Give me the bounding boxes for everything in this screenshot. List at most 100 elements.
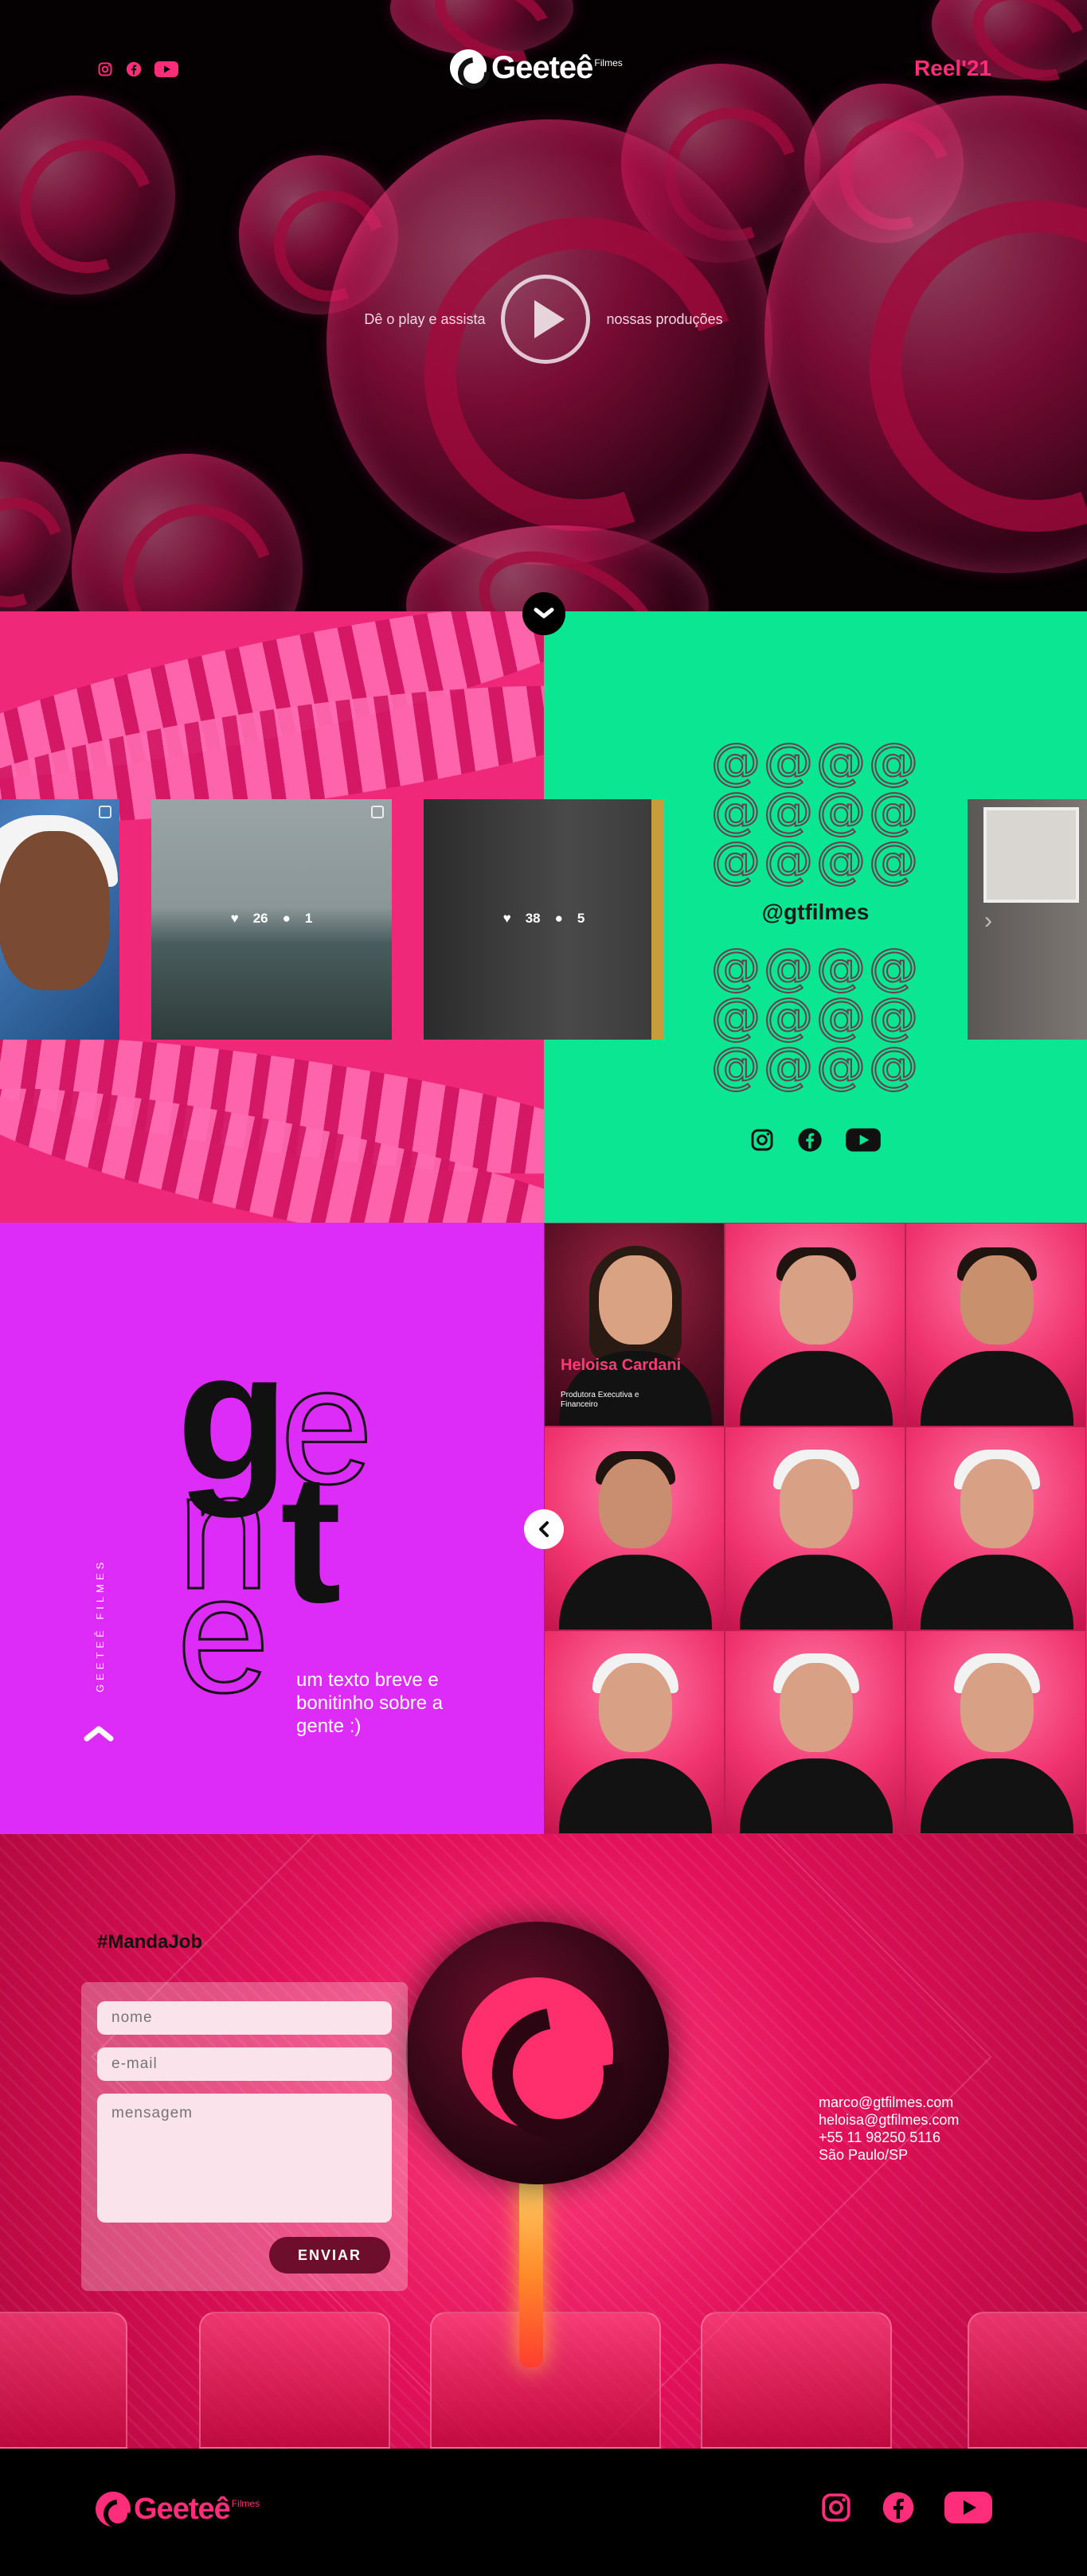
logo-mark-icon <box>96 2492 131 2527</box>
team-member[interactable] <box>905 1427 1086 1630</box>
team-member[interactable] <box>725 1223 905 1427</box>
comment-icon: ● <box>554 911 563 926</box>
post-stats: ♥ 38 ● 5 <box>424 911 664 927</box>
team-member[interactable] <box>725 1630 905 1834</box>
instagram-icon[interactable] <box>749 1127 775 1157</box>
facebook-icon[interactable] <box>797 1127 823 1157</box>
team-member[interactable] <box>544 1630 725 1834</box>
email-field[interactable] <box>97 2047 392 2081</box>
person-face <box>960 1663 1034 1752</box>
top-bar: Geeteê Filmes Reel'21 <box>0 0 1087 143</box>
contact-section: #MandaJob ENVIAR marco@gtfilmes.com helo… <box>0 1834 1087 2449</box>
at-row: @@@@ <box>710 1036 921 1095</box>
instagram-post[interactable]: ♥ 38 ● 5 <box>424 799 664 1040</box>
gallery-icon <box>99 806 111 818</box>
team-intro-panel: g e n t e um texto breve e bonitinho sob… <box>0 1223 544 1834</box>
pour-stream-decoration <box>519 2176 543 2367</box>
letter-t: t <box>280 1436 342 1641</box>
person-body <box>740 1758 893 1833</box>
person-body <box>921 1555 1073 1630</box>
person-face <box>599 1255 672 1345</box>
team-member[interactable] <box>905 1223 1086 1427</box>
person-body <box>921 1758 1073 1833</box>
contact-email[interactable]: heloisa@gtfilmes.com <box>819 2111 959 2129</box>
person-face <box>960 1459 1034 1548</box>
comment-count: 1 <box>304 911 313 926</box>
like-count: 38 <box>525 911 541 926</box>
chevron-up-icon <box>84 1726 114 1742</box>
team-member[interactable] <box>725 1427 905 1630</box>
comment-count: 5 <box>577 911 585 926</box>
header-social-links <box>97 60 178 78</box>
glass-decoration <box>199 2312 390 2449</box>
youtube-icon[interactable] <box>944 2490 993 2529</box>
message-field[interactable] <box>97 2094 392 2223</box>
team-member-role: Produtora Executiva e Financeiro <box>561 1391 639 1409</box>
gallery-icon <box>371 806 384 818</box>
person-face <box>599 1663 672 1752</box>
footer-logo-subtext: Filmes <box>231 2498 260 2509</box>
person-body <box>921 1351 1073 1426</box>
team-member[interactable] <box>905 1630 1086 1834</box>
facebook-icon[interactable] <box>882 2491 915 2528</box>
instagram-post[interactable]: ♥ 26 ● 1 <box>151 799 392 1040</box>
play-text-right: nossas produções <box>606 310 723 327</box>
post-stats: ♥ 26 ● 1 <box>151 911 392 927</box>
footer-logo-text: Geeteê <box>134 2492 231 2526</box>
logo-mark-icon <box>450 49 487 86</box>
glass-decoration <box>701 2312 892 2449</box>
at-row: @@@@ <box>710 732 921 790</box>
team-prev-button[interactable] <box>524 1509 564 1549</box>
contact-city: São Paulo/SP <box>819 2147 909 2163</box>
feed-next-arrow-icon[interactable]: › <box>984 907 992 935</box>
team-description: um texto breve e bonitinho sobre a gente… <box>296 1669 444 1737</box>
team-grid: Heloisa Cardani Produtora Executiva e Fi… <box>544 1223 1087 1834</box>
scroll-up-button[interactable] <box>83 1724 115 1746</box>
facebook-icon[interactable] <box>126 61 142 77</box>
footer-logo[interactable]: Geeteê Filmes <box>96 2492 260 2527</box>
play-row: Dê o play e assista nossas produções <box>0 275 1087 364</box>
footer-social-links <box>819 2490 993 2529</box>
team-member-featured[interactable]: Heloisa Cardani Produtora Executiva e Fi… <box>544 1223 725 1427</box>
instagram-icon[interactable] <box>97 61 113 77</box>
play-button[interactable] <box>501 275 591 364</box>
person-body <box>559 1555 712 1630</box>
footer: Geeteê Filmes <box>0 2449 1087 2576</box>
contact-form: ENVIAR <box>81 1982 408 2291</box>
reel-link[interactable]: Reel'21 <box>914 56 991 81</box>
instagram-feed: ♥ 26 ● 1 ♥ 38 ● 5 › <box>0 799 1087 1040</box>
instagram-post[interactable] <box>0 799 119 1040</box>
team-member-name: Heloisa Cardani <box>561 1356 682 1374</box>
vertical-brand-label: GEETEÊ FILMES <box>94 1558 106 1692</box>
play-text-left: Dê o play e assista <box>364 310 486 327</box>
glass-decoration <box>968 2312 1087 2449</box>
name-field[interactable] <box>97 2001 392 2035</box>
person-face <box>780 1459 853 1548</box>
logo-orb-decoration <box>406 1922 669 2184</box>
like-count: 26 <box>252 911 268 926</box>
logo-subtext: Filmes <box>594 57 623 68</box>
contact-title: #MandaJob <box>97 1931 203 1953</box>
contact-email[interactable]: marco@gtfilmes.com <box>819 2094 959 2111</box>
logo-mark-icon <box>462 1977 613 2129</box>
instagram-icon[interactable] <box>819 2491 853 2528</box>
contact-info: marco@gtfilmes.com heloisa@gtfilmes.com … <box>819 2094 959 2164</box>
bubble-decoration <box>72 454 303 611</box>
logo[interactable]: Geeteê Filmes <box>450 49 623 86</box>
person-face <box>780 1255 853 1345</box>
comment-icon: ● <box>282 911 291 926</box>
team-section: g e n t e um texto breve e bonitinho sob… <box>0 1223 1087 1834</box>
chevron-left-icon <box>539 1521 549 1537</box>
letter-e: e <box>176 1540 272 1727</box>
heart-icon: ♥ <box>502 911 511 926</box>
person-face <box>780 1663 853 1752</box>
team-member[interactable] <box>544 1427 725 1630</box>
instagram-social-links <box>544 1127 1087 1157</box>
youtube-icon[interactable] <box>845 1127 882 1157</box>
contact-phone[interactable]: +55 11 98250 5116 <box>819 2129 959 2146</box>
scroll-down-button[interactable] <box>522 592 565 635</box>
send-button[interactable]: ENVIAR <box>269 2237 390 2274</box>
logo-text: Geeteê <box>491 49 593 85</box>
youtube-icon[interactable] <box>154 60 178 78</box>
person-face <box>960 1255 1034 1345</box>
